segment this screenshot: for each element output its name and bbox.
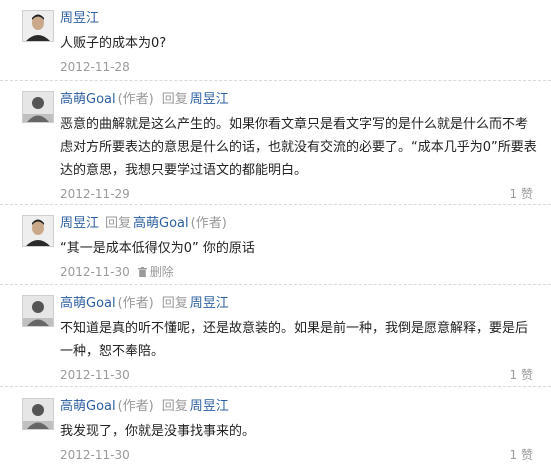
author-link[interactable]: 周昱江 [60, 11, 99, 26]
comment-meta: 高萌Goal (作者) 回复 周昱江 [60, 398, 539, 416]
comment-text: 不知道是真的听不懂呢，还是故意装的。如果是前一种，我倒是愿意解释，要是后一种，恕… [60, 321, 529, 359]
reply-label: 回复 [105, 216, 132, 231]
author-link[interactable]: 周昱江 [60, 216, 99, 231]
comment-text: “其一是成本低得仅为0” 你的原话 [60, 241, 255, 256]
like-button[interactable]: 1 赞 [510, 366, 533, 384]
user-avatar-image [23, 296, 53, 326]
avatar[interactable] [22, 295, 54, 327]
avatar[interactable] [22, 91, 54, 123]
avatar[interactable] [22, 10, 54, 42]
comment-meta: 周昱江 [60, 10, 539, 28]
comment-text: 恶意的曲解就是这么产生的。如果你看文章只是看文字写的是什么就是什么而不考虑对方所… [60, 117, 537, 178]
comment-body: 周昱江 人贩子的成本为0? 2012-11-28 [60, 10, 539, 76]
like-button[interactable]: 1 赞 [510, 446, 533, 464]
comment-item: 高萌Goal (作者) 回复 周昱江 我发现了，你就是没事找事来的。 2012-11-… [0, 398, 551, 466]
comment-date: 2012-11-30 [60, 448, 130, 462]
author-link[interactable]: 高萌Goal [60, 92, 116, 107]
comment-item: 周昱江 回复 高萌Goal (作者) “其一是成本低得仅为0” 你的原话 2012-1… [0, 215, 551, 285]
author-link[interactable]: 高萌Goal [60, 296, 116, 311]
comment-text: 人贩子的成本为0? [60, 36, 167, 51]
user-avatar-image [23, 11, 53, 41]
delete-button[interactable]: 删除 [137, 265, 174, 279]
comment-date: 2012-11-28 [60, 60, 130, 74]
trash-icon [137, 267, 147, 277]
like-button[interactable]: 1 赞 [510, 185, 533, 203]
reply-target-role-label: (作者) [190, 216, 227, 231]
comment-footer: 2012-11-30 删除 [60, 263, 539, 281]
comment-meta: 周昱江 回复 高萌Goal (作者) [60, 215, 539, 233]
reply-label: 回复 [161, 296, 188, 311]
comment-footer: 2012-11-30 1 赞 [60, 366, 539, 384]
user-avatar-image [23, 92, 53, 122]
comment-body: 周昱江 回复 高萌Goal (作者) “其一是成本低得仅为0” 你的原话 2012-1… [60, 215, 539, 281]
comment-date: 2012-11-30 [60, 265, 130, 279]
comment-text: 我发现了，你就是没事找事来的。 [60, 424, 256, 439]
comment-footer: 2012-11-30 1 赞 [60, 446, 539, 464]
comment-date: 2012-11-29 [60, 187, 130, 201]
comment-item: 高萌Goal (作者) 回复 周昱江 恶意的曲解就是这么产生的。如果你看文章只是看文字… [0, 91, 551, 205]
reply-target-link[interactable]: 周昱江 [190, 296, 229, 311]
avatar[interactable] [22, 215, 54, 247]
comment-date: 2012-11-30 [60, 368, 130, 382]
user-avatar-image [23, 216, 53, 246]
author-role-label: (作者) [117, 92, 154, 107]
reply-target-link[interactable]: 周昱江 [190, 399, 229, 414]
comment-meta: 高萌Goal (作者) 回复 周昱江 [60, 295, 539, 313]
comment-meta: 高萌Goal (作者) 回复 周昱江 [60, 91, 539, 109]
comment-footer: 2012-11-28 [60, 58, 539, 76]
author-role-label: (作者) [117, 296, 154, 311]
delete-label: 删除 [149, 265, 174, 279]
reply-target-link[interactable]: 周昱江 [190, 92, 229, 107]
reply-label: 回复 [161, 399, 188, 414]
reply-target-link[interactable]: 高萌Goal [133, 216, 189, 231]
author-link[interactable]: 高萌Goal [60, 399, 116, 414]
comment-body: 高萌Goal (作者) 回复 周昱江 不知道是真的听不懂呢，还是故意装的。如果是前一种… [60, 295, 539, 384]
author-role-label: (作者) [117, 399, 154, 414]
comment-body: 高萌Goal (作者) 回复 周昱江 恶意的曲解就是这么产生的。如果你看文章只是看文字… [60, 91, 539, 203]
comment-item: 周昱江 人贩子的成本为0? 2012-11-28 [0, 10, 551, 81]
comment-item: 高萌Goal (作者) 回复 周昱江 不知道是真的听不懂呢，还是故意装的。如果是前一种… [0, 295, 551, 387]
reply-label: 回复 [161, 92, 188, 107]
comment-footer: 2012-11-29 1 赞 [60, 185, 539, 203]
user-avatar-image [23, 399, 53, 429]
avatar[interactable] [22, 398, 54, 430]
comment-body: 高萌Goal (作者) 回复 周昱江 我发现了，你就是没事找事来的。 2012-11-… [60, 398, 539, 464]
